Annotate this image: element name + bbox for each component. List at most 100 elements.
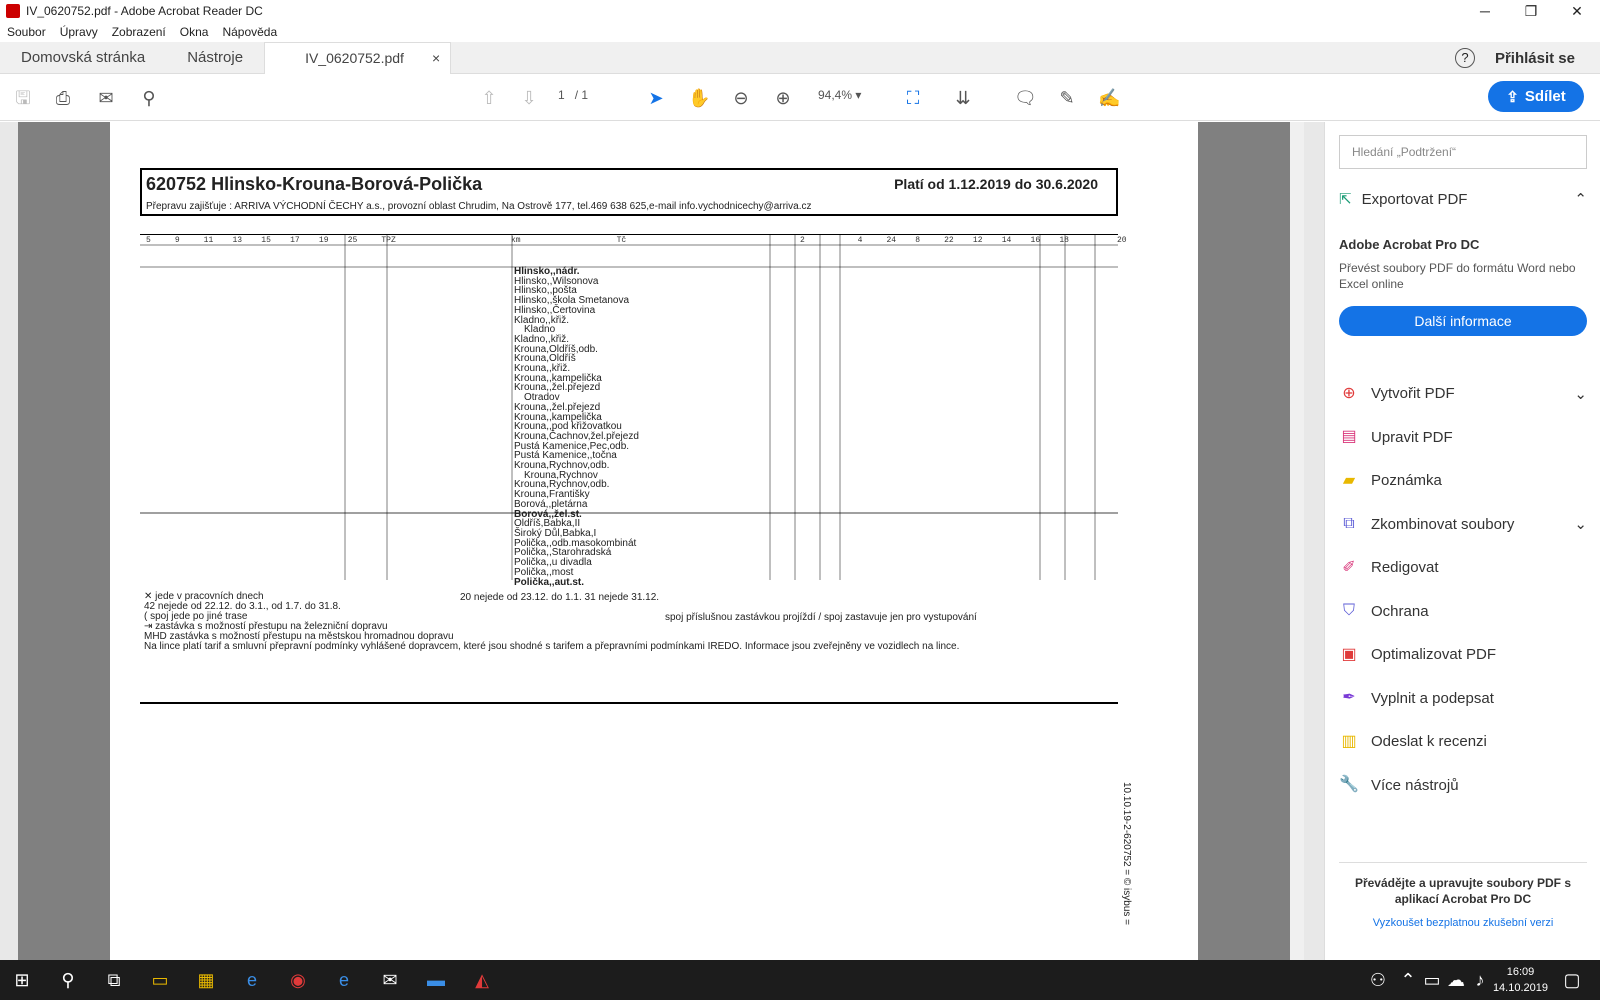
timetable-header: 620752 Hlinsko-Krouna-Borová-Polička Pla… <box>140 168 1118 216</box>
menu-okna[interactable]: Okna <box>173 25 216 39</box>
network-icon[interactable]: ▭ <box>1420 968 1444 992</box>
edge-icon[interactable]: e <box>332 968 356 992</box>
maximize-button[interactable]: ❐ <box>1508 0 1554 22</box>
print-icon[interactable]: ⎙ <box>52 87 74 109</box>
more-info-button[interactable]: Další informace <box>1339 306 1587 336</box>
next-page-icon[interactable]: ⇩ <box>518 87 540 109</box>
hand-tool-icon[interactable]: ✋ <box>688 87 710 109</box>
page-number-field[interactable]: 1 / 1 <box>558 88 588 102</box>
minimize-button[interactable]: ─ <box>1462 0 1508 22</box>
left-pane-toggle[interactable] <box>0 122 18 960</box>
menu-zobrazeni[interactable]: Zobrazení <box>105 25 173 39</box>
acrobat-icon <box>6 4 20 18</box>
email-icon[interactable]: ✉ <box>95 87 117 109</box>
tool-label: Odeslat k recenzi <box>1371 733 1487 751</box>
search-icon[interactable]: ⚲ <box>56 968 80 992</box>
page-count: / 1 <box>574 88 589 102</box>
tools-panel: Hledání „Podtržení“ ⇱ Exportovat PDF ⌃ A… <box>1324 122 1600 960</box>
tray-chevron-icon[interactable]: ⌃ <box>1396 968 1420 992</box>
chevron-down-icon[interactable]: ⌄ <box>1574 385 1587 403</box>
fit-page-icon[interactable]: ⛶ <box>902 87 924 109</box>
right-pane-toggle[interactable] <box>1304 122 1324 960</box>
task-view-icon[interactable]: ⧉ <box>102 968 126 992</box>
close-button[interactable]: ✕ <box>1554 0 1600 22</box>
ie-icon[interactable]: e <box>240 968 264 992</box>
vertical-scrollbar[interactable] <box>1290 122 1304 960</box>
people-icon[interactable]: ⚇ <box>1366 968 1390 992</box>
col-km: km <box>510 236 521 245</box>
volume-icon[interactable]: ♪ <box>1468 968 1492 992</box>
taskbar: ⊞ ⚲ ⧉ ▭ ▦ e ◉ e ✉ ▬ ◭ ⚇ ⌃ ▭ ☁ ♪ 16:09 14… <box>0 960 1600 1000</box>
menu-soubor[interactable]: Soubor <box>0 25 53 39</box>
notification-icon[interactable]: ▢ <box>1560 968 1584 992</box>
prev-page-icon[interactable]: ⇧ <box>478 87 500 109</box>
scroll-mode-icon[interactable]: ⇊ <box>952 87 974 109</box>
stop-name: Polička,,aut.st. <box>514 576 585 588</box>
store-icon[interactable]: ▦ <box>194 968 218 992</box>
combine-icon: ⧉ <box>1343 515 1355 533</box>
tool-optimize[interactable]: ▣ Optimalizovat PDF <box>1339 633 1587 677</box>
tool-more[interactable]: 🔧 Více nástrojů <box>1339 764 1587 808</box>
col-25: 25 <box>347 236 358 245</box>
tool-label: Zkombinovat soubory <box>1371 515 1515 533</box>
tool-create-pdf[interactable]: ⊕ Vytvořit PDF ⌄ <box>1339 372 1587 416</box>
tool-redact[interactable]: ✐ Redigovat <box>1339 546 1587 590</box>
search-icon[interactable]: ⚲ <box>138 87 160 109</box>
signin-button[interactable]: Přihlásit se <box>1495 50 1575 67</box>
doc-side-code: 10.10.19-2-620752 = © isybus = <box>1121 782 1132 926</box>
start-icon[interactable]: ⊞ <box>10 968 34 992</box>
tool-label: Ochrana <box>1371 602 1429 620</box>
tool-comment[interactable]: ▰ Poznámka <box>1339 459 1587 503</box>
tab-document[interactable]: IV_0620752.pdf × <box>264 41 452 74</box>
tab-home[interactable]: Domovská stránka <box>0 42 166 74</box>
share-button[interactable]: ⇪ Sdílet <box>1488 81 1584 112</box>
zoom-level[interactable]: 94,4% ▾ <box>818 88 861 102</box>
tool-combine[interactable]: ⧉ Zkombinovat soubory ⌄ <box>1339 503 1587 547</box>
chevron-down-icon[interactable]: ⌄ <box>1574 515 1587 533</box>
zoom-out-icon[interactable]: ⊖ <box>730 87 752 109</box>
clock[interactable]: 16:09 14.10.2019 <box>1493 964 1548 996</box>
legend-line: 42 nejede od 22.12. do 3.1., od 1.7. do … <box>144 601 341 612</box>
time: 16:09 <box>1506 966 1535 978</box>
mail-icon[interactable]: ✉ <box>378 968 402 992</box>
tab-bar: Domovská stránka Nástroje IV_0620752.pdf… <box>0 41 1600 74</box>
zoom-in-icon[interactable]: ⊕ <box>772 87 794 109</box>
edit-pdf-icon: ▤ <box>1341 428 1357 446</box>
tool-label: Vyplnit a podepsat <box>1371 689 1494 707</box>
tool-edit-pdf[interactable]: ▤ Upravit PDF <box>1339 416 1587 460</box>
export-pdf-header[interactable]: ⇱ Exportovat PDF ⌃ <box>1339 184 1587 214</box>
chrome-icon[interactable]: ◉ <box>286 968 310 992</box>
app-icon[interactable]: ▬ <box>424 968 448 992</box>
legend-stops: spoj příslušnou zastávkou projíždí / spo… <box>665 612 977 623</box>
tools-search-input[interactable]: Hledání „Podtržení“ <box>1339 135 1587 169</box>
tab-close-icon[interactable]: × <box>432 42 440 74</box>
tool-label: Poznámka <box>1371 472 1442 490</box>
menu-napoveda[interactable]: Nápověda <box>215 25 284 39</box>
col-16: 16 <box>1030 236 1041 245</box>
upload-icon: ⇪ <box>1506 88 1519 106</box>
help-icon[interactable]: ? <box>1454 48 1475 68</box>
send-review-icon: ▥ <box>1341 732 1357 750</box>
col-24: 24 <box>886 236 897 245</box>
acrobat-taskbar-icon[interactable]: ◭ <box>470 968 494 992</box>
comment-tool-icon: ▰ <box>1342 471 1356 489</box>
chevron-up-icon[interactable]: ⌃ <box>1574 190 1587 208</box>
tool-protect[interactable]: ⛉ Ochrana <box>1339 590 1587 634</box>
column-header-row: 5 9 11 13 15 17 19 25 TPZ km Tč <box>146 236 626 245</box>
folder-icon[interactable]: ▭ <box>148 968 172 992</box>
highlight-icon[interactable]: ✎ <box>1056 87 1078 109</box>
stop-list: Hlinsko,,nádr. Hlinsko,,Wilsonova Hlinsk… <box>514 267 639 587</box>
col-9: 9 <box>174 236 180 245</box>
select-cursor-icon[interactable]: ➤ <box>645 87 667 109</box>
fill-sign-icon: ✒ <box>1342 689 1356 707</box>
trial-link[interactable]: Vyzkoušet bezplatnou zkušební verzi <box>1339 917 1587 929</box>
menu-upravy[interactable]: Úpravy <box>53 25 105 39</box>
sign-icon[interactable]: ✍ <box>1098 87 1120 109</box>
tool-fill-sign[interactable]: ✒ Vyplnit a podepsat <box>1339 677 1587 721</box>
tool-send-review[interactable]: ▥ Odeslat k recenzi <box>1339 720 1587 764</box>
onedrive-icon[interactable]: ☁ <box>1444 968 1468 992</box>
save-icon[interactable]: 🖫 <box>12 87 34 109</box>
comment-icon[interactable]: 🗨 <box>1014 87 1037 109</box>
col-11: 11 <box>203 236 214 245</box>
tab-tools[interactable]: Nástroje <box>166 42 264 74</box>
